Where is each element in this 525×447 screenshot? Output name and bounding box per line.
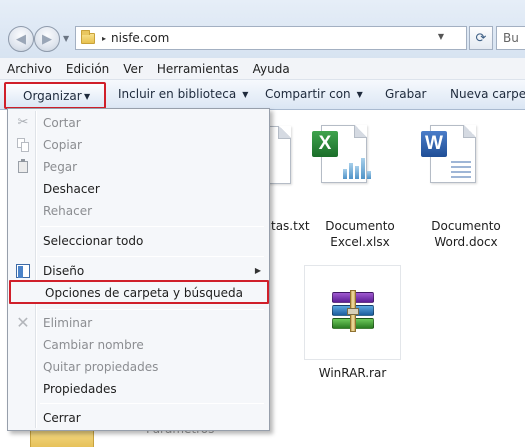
menu-item-undo-label: Deshacer xyxy=(43,182,100,196)
menu-ver[interactable]: Ver xyxy=(123,62,143,76)
menu-bar: Archivo Edición Ver Herramientas Ayuda xyxy=(0,58,525,80)
address-field[interactable]: ▸ nisfe.com ▼ xyxy=(75,26,467,50)
file-name-txt[interactable]: tas.txt xyxy=(271,218,311,234)
menu-item-paste-label: Pegar xyxy=(43,160,78,174)
organize-label: Organizar xyxy=(23,89,82,103)
burn-label: Grabar xyxy=(385,87,427,101)
back-button[interactable]: ◀ xyxy=(8,26,34,52)
menu-item-cut[interactable]: ✂ Cortar xyxy=(10,112,267,134)
menu-item-paste[interactable]: Pegar xyxy=(10,156,267,178)
menu-item-select-all-label: Seleccionar todo xyxy=(43,234,144,248)
menu-separator xyxy=(40,256,264,257)
menu-separator xyxy=(40,403,264,404)
file-name-word-line1: Documento xyxy=(431,219,501,233)
breadcrumb-separator-icon[interactable]: ▸ xyxy=(102,34,106,43)
menu-item-cut-label: Cortar xyxy=(43,116,81,130)
submenu-arrow-icon: ▶ xyxy=(254,266,261,275)
word-text-lines-icon xyxy=(451,161,471,181)
menu-edicion[interactable]: Edición xyxy=(66,62,109,76)
scissors-icon: ✂ xyxy=(17,115,29,130)
word-badge-icon: W xyxy=(421,131,447,157)
menu-item-rename[interactable]: Cambiar nombre xyxy=(10,334,267,356)
include-in-library-label: Incluir en biblioteca xyxy=(118,87,237,101)
arrow-right-icon: ▶ xyxy=(42,31,52,47)
menu-item-close[interactable]: Cerrar xyxy=(10,407,267,429)
menu-item-undo[interactable]: Deshacer xyxy=(10,178,267,200)
layout-icon xyxy=(16,264,30,278)
excel-chart-icon xyxy=(343,157,371,179)
chevron-down-icon: ▼ xyxy=(242,90,249,99)
breadcrumb-path[interactable]: nisfe.com xyxy=(111,31,169,45)
menu-item-layout[interactable]: Diseño ▶ xyxy=(10,260,267,282)
chevron-down-icon: ▼ xyxy=(84,92,91,101)
file-name-excel: Documento Excel.xlsx xyxy=(308,218,412,250)
menu-item-delete[interactable]: ✕ Eliminar xyxy=(10,312,267,334)
menu-item-rename-label: Cambiar nombre xyxy=(43,338,144,352)
share-with-label: Compartir con xyxy=(265,87,351,101)
delete-x-icon: ✕ xyxy=(16,313,30,332)
winrar-archive-icon xyxy=(332,290,374,332)
file-item-winrar[interactable] xyxy=(304,265,401,360)
address-history-dropdown-icon[interactable]: ▼ xyxy=(438,32,444,41)
menu-item-close-label: Cerrar xyxy=(43,411,81,425)
menu-item-redo-label: Rehacer xyxy=(43,204,93,218)
organize-dropdown-menu: ✂ Cortar Copiar Pegar Deshacer Rehacer S… xyxy=(7,108,270,431)
menu-item-copy[interactable]: Copiar xyxy=(10,134,267,156)
new-folder-button[interactable]: Nueva carpeta xyxy=(450,87,525,101)
menu-item-redo[interactable]: Rehacer xyxy=(10,200,267,222)
menu-item-remove-properties[interactable]: Quitar propiedades xyxy=(10,356,267,378)
command-bar: Organizar ▼ Incluir en biblioteca ▼ Compa… xyxy=(0,80,525,110)
arrow-left-icon: ◀ xyxy=(16,31,26,47)
menu-item-select-all[interactable]: Seleccionar todo xyxy=(10,230,267,252)
chevron-down-icon: ▼ xyxy=(356,90,363,99)
refresh-icon: ⟳ xyxy=(475,30,487,46)
forward-button[interactable]: ▶ xyxy=(34,26,60,52)
include-in-library-button[interactable]: Incluir en biblioteca ▼ xyxy=(118,87,248,101)
menu-item-copy-label: Copiar xyxy=(43,138,82,152)
folder-icon xyxy=(81,29,95,44)
file-name-excel-line2: Excel.xlsx xyxy=(330,235,390,249)
menu-ayuda[interactable]: Ayuda xyxy=(253,62,290,76)
copy-icon xyxy=(15,137,31,153)
menu-item-folder-options[interactable]: Opciones de carpeta y búsqueda xyxy=(9,280,269,304)
menu-item-properties[interactable]: Propiedades xyxy=(10,378,267,400)
menu-item-properties-label: Propiedades xyxy=(43,382,117,396)
search-input[interactable]: Bu xyxy=(496,26,525,50)
excel-badge-icon: X xyxy=(312,131,338,157)
file-name-excel-line1: Documento xyxy=(325,219,395,233)
new-folder-label: Nueva carpeta xyxy=(450,87,525,101)
menu-separator xyxy=(40,309,264,310)
menu-archivo[interactable]: Archivo xyxy=(7,62,52,76)
address-bar-area: ◀ ▶ ▼ ▸ nisfe.com ▼ ⟳ Bu xyxy=(0,0,525,58)
menu-item-remove-properties-label: Quitar propiedades xyxy=(43,360,159,374)
menu-item-layout-label: Diseño xyxy=(43,264,85,278)
share-with-button[interactable]: Compartir con ▼ xyxy=(265,87,363,101)
file-name-word: Documento Word.docx xyxy=(414,218,518,250)
burn-button[interactable]: Grabar xyxy=(385,87,427,101)
recent-pages-dropdown-icon[interactable]: ▼ xyxy=(63,34,69,43)
menu-item-folder-options-label: Opciones de carpeta y búsqueda xyxy=(45,286,243,300)
clipboard-icon xyxy=(15,159,31,175)
organize-button[interactable]: Organizar ▼ xyxy=(4,82,106,109)
file-name-winrar[interactable]: WinRAR.rar xyxy=(304,365,401,381)
refresh-button[interactable]: ⟳ xyxy=(469,26,493,50)
menu-item-delete-label: Eliminar xyxy=(43,316,93,330)
menu-herramientas[interactable]: Herramientas xyxy=(157,62,239,76)
menu-separator xyxy=(40,226,264,227)
file-name-word-line2: Word.docx xyxy=(434,235,498,249)
